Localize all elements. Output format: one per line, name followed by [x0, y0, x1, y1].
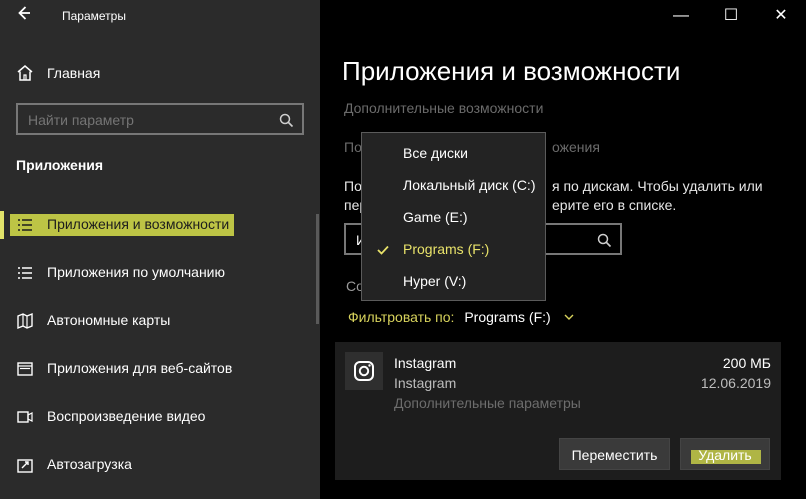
default-apps-icon [16, 264, 34, 282]
back-arrow-icon [18, 6, 30, 20]
sidebar-item-startup[interactable]: Автозагрузка [0, 447, 320, 483]
sidebar-item-label: Автозагрузка [47, 456, 132, 472]
sidebar-item-label: Приложения и возможности [47, 216, 230, 232]
dropdown-item-programs-f[interactable]: Programs (F:) [362, 233, 547, 265]
move-button-label: Переместить [571, 447, 658, 463]
filter-label: Фильтровать по: [348, 309, 455, 325]
sidebar-item-web-apps[interactable]: Приложения для веб-сайтов [0, 351, 320, 387]
video-icon [16, 408, 34, 426]
chevron-down-icon [563, 310, 575, 322]
sidebar-item-home[interactable]: Главная [0, 58, 320, 88]
sidebar-scrollbar[interactable] [316, 214, 319, 324]
description-line-1-left: По [344, 178, 362, 194]
dropdown-item-all-drives[interactable]: Все диски [362, 137, 547, 169]
move-button[interactable]: Переместить [559, 438, 670, 470]
maximize-button[interactable]: ☐ [706, 0, 756, 32]
dropdown-item-label: Все диски [403, 145, 468, 161]
sidebar-search-input[interactable] [28, 111, 268, 129]
search-icon[interactable] [278, 112, 294, 128]
search-icon[interactable] [596, 232, 612, 248]
partially-hidden-link-right[interactable]: ожения [552, 139, 600, 155]
sidebar-item-label: Воспроизведение видео [47, 408, 206, 424]
dropdown-item-game-e[interactable]: Game (E:) [362, 201, 547, 233]
close-button[interactable]: ✕ [756, 0, 806, 32]
dropdown-item-label: Hyper (V:) [403, 273, 467, 289]
filter-value: Programs (F:) [464, 309, 551, 325]
map-icon [16, 312, 34, 330]
app-name: Instagram [394, 355, 457, 371]
sidebar-item-label: Приложения для веб-сайтов [47, 360, 233, 376]
instagram-icon [345, 352, 383, 390]
partially-hidden-link-left[interactable]: По [344, 139, 362, 155]
back-button[interactable] [10, 4, 38, 28]
dropdown-item-hyper-v[interactable]: Hyper (V:) [362, 265, 547, 297]
sidebar-item-video-playback[interactable]: Воспроизведение видео [0, 399, 320, 435]
web-apps-icon [16, 360, 34, 378]
page-title: Приложения и возможности [342, 56, 681, 86]
uninstall-button-label: Удалить [698, 447, 752, 463]
home-icon [16, 64, 34, 82]
sidebar-section-title: Приложения [16, 157, 104, 173]
dropdown-item-label: Локальный диск (C:) [403, 177, 536, 193]
active-indicator [0, 211, 4, 239]
app-size: 200 МБ [722, 355, 771, 371]
startup-icon [16, 456, 34, 474]
sidebar-item-label: Приложения по умолчанию [47, 264, 225, 280]
checkmark-icon [376, 243, 390, 257]
window-controls: — ☐ ✕ [656, 0, 806, 32]
titlebar-left: Параметры [0, 0, 320, 32]
minimize-button[interactable]: — [656, 0, 706, 32]
app-publisher: Instagram [394, 375, 457, 391]
dropdown-item-label: Game (E:) [403, 209, 468, 225]
sidebar-item-apps-features[interactable]: Приложения и возможности [0, 207, 320, 243]
list-icon [16, 216, 34, 234]
uninstall-button[interactable]: Удалить [680, 438, 770, 470]
description-line-1-right: я по дискам. Чтобы удалить или [552, 178, 763, 194]
sidebar-item-offline-maps[interactable]: Автономные карты [0, 303, 320, 339]
advanced-options-link[interactable]: Дополнительные параметры [394, 395, 581, 411]
app-install-date: 12.06.2019 [700, 375, 771, 391]
sidebar-search[interactable] [16, 103, 304, 135]
app-title: Параметры [62, 9, 126, 23]
sidebar-item-default-apps[interactable]: Приложения по умолчанию [0, 255, 320, 291]
drive-filter-dropdown[interactable]: Все диски Локальный диск (C:) Game (E:) … [361, 132, 546, 301]
filter-control[interactable]: Фильтровать по: Programs (F:) [348, 309, 575, 325]
sidebar-item-label: Главная [47, 65, 101, 81]
settings-sidebar: Параметры Главная Приложения [0, 0, 320, 499]
sidebar-item-label: Автономные карты [47, 312, 171, 328]
dropdown-item-local-disk-c[interactable]: Локальный диск (C:) [362, 169, 547, 201]
description-line-2-right: ерите его в списке. [552, 197, 677, 213]
dropdown-item-label: Programs (F:) [403, 241, 490, 257]
optional-features-link[interactable]: Дополнительные возможности [344, 100, 543, 116]
